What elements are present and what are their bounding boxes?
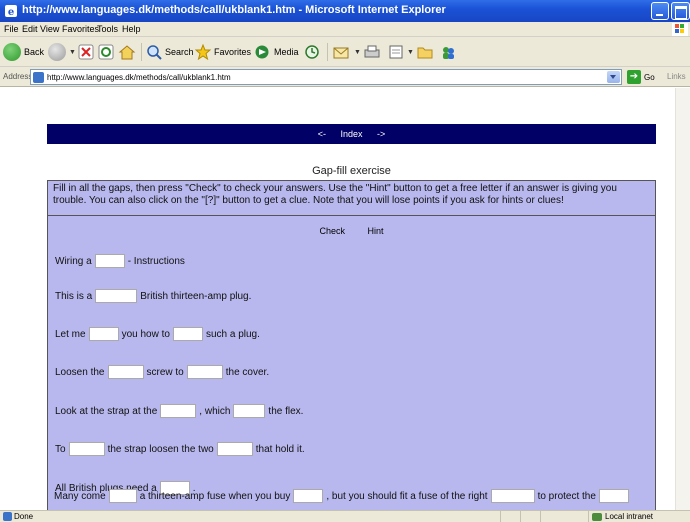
- stop-icon: [78, 44, 94, 60]
- gap-input[interactable]: [88, 327, 119, 342]
- page-navbar: <- Index ->: [47, 124, 656, 144]
- edit-page-icon: [389, 45, 403, 59]
- stop-button[interactable]: [78, 42, 94, 62]
- gap-input[interactable]: [68, 442, 105, 457]
- status-divider: [500, 511, 501, 522]
- gap-input[interactable]: [490, 489, 535, 504]
- index-link[interactable]: Index: [340, 129, 362, 139]
- menu-bar: File Edit View Favorites Tools Help: [0, 22, 690, 37]
- toolbar-separator: [141, 43, 142, 61]
- chevron-down-icon[interactable]: ▼: [354, 49, 361, 56]
- back-button[interactable]: Back ▼: [3, 42, 54, 62]
- gap-input[interactable]: [94, 254, 125, 269]
- status-divider: [588, 511, 589, 522]
- refresh-button[interactable]: [98, 42, 114, 62]
- intranet-icon: [592, 512, 602, 521]
- star-icon: [195, 44, 211, 60]
- media-button[interactable]: Media: [253, 42, 299, 62]
- back-arrow-icon: [3, 43, 21, 61]
- hint-button[interactable]: Hint: [368, 226, 384, 236]
- security-zone: Local intranet: [592, 512, 653, 521]
- discuss-button[interactable]: [417, 42, 433, 62]
- page-title: Gap-fill exercise: [312, 165, 391, 177]
- toolbar: Back ▼ ▼ Search Favorites Media ▼ ▼: [0, 37, 690, 67]
- forward-arrow-icon: [48, 43, 66, 61]
- mail-icon: [333, 47, 349, 59]
- address-input[interactable]: [47, 71, 602, 83]
- print-icon: [364, 45, 380, 58]
- chevron-down-icon[interactable]: ▼: [69, 49, 76, 56]
- address-field[interactable]: [30, 69, 622, 85]
- page-done-icon: [3, 512, 12, 521]
- ie-icon: e: [5, 5, 17, 18]
- page-viewport: <- Index -> Gap-fill exercise Fill in al…: [0, 88, 690, 510]
- sentence-1: Wiring a- Instructions: [55, 254, 185, 269]
- go-button[interactable]: ➔ Go: [627, 70, 655, 84]
- menu-edit[interactable]: Edit: [22, 24, 38, 34]
- edit-button[interactable]: ▼: [388, 42, 414, 62]
- check-button[interactable]: Check: [319, 226, 345, 236]
- mail-button[interactable]: ▼: [333, 42, 361, 62]
- messenger-icon: [443, 47, 454, 59]
- gap-input[interactable]: [108, 489, 137, 504]
- go-arrow-icon: ➔: [627, 70, 641, 84]
- status-text: Done: [14, 512, 34, 521]
- search-button[interactable]: Search: [146, 42, 194, 62]
- page-icon: [33, 72, 44, 83]
- sentence-2: This is a British thirteen-amp plug.: [55, 289, 252, 304]
- print-button[interactable]: [363, 42, 381, 62]
- gap-input[interactable]: [598, 489, 629, 504]
- gap-input[interactable]: [160, 404, 197, 419]
- sentence-3: Let me you how to such a plug.: [55, 327, 260, 342]
- sentence-4: Loosen the screw to the cover.: [55, 365, 270, 380]
- toolbar-separator: [327, 43, 328, 61]
- history-button[interactable]: [304, 42, 320, 62]
- window-title: http://www.languages.dk/methods/call/ukb…: [22, 4, 446, 16]
- media-icon: [255, 45, 269, 59]
- window-titlebar: e http://www.languages.dk/methods/call/u…: [0, 0, 690, 22]
- gap-input[interactable]: [293, 489, 324, 504]
- refresh-icon: [98, 44, 114, 60]
- exercise-buttons: Check Hint: [48, 226, 655, 236]
- gap-input[interactable]: [216, 442, 253, 457]
- chevron-down-icon[interactable]: [607, 71, 620, 83]
- prev-link[interactable]: <-: [318, 129, 326, 139]
- minimize-button[interactable]: [651, 2, 669, 20]
- gap-input[interactable]: [233, 404, 266, 419]
- forward-button[interactable]: ▼: [48, 42, 76, 62]
- sentence-5: Look at the strap at the, which the flex.: [55, 404, 304, 419]
- history-icon: [305, 45, 319, 59]
- windows-logo-icon: [672, 23, 688, 36]
- svg-text:e: e: [8, 7, 14, 18]
- status-divider: [520, 511, 521, 522]
- gap-input[interactable]: [95, 289, 138, 304]
- menu-file[interactable]: File: [4, 24, 19, 34]
- home-icon: [118, 45, 136, 60]
- menu-tools[interactable]: Tools: [97, 24, 118, 34]
- messenger-button[interactable]: [440, 42, 456, 62]
- menu-favorites[interactable]: Favorites: [62, 24, 99, 34]
- menu-view[interactable]: View: [40, 24, 59, 34]
- instructions-box: Fill in all the gaps, then press "Check"…: [47, 180, 656, 216]
- address-label: Address: [3, 72, 33, 81]
- exercise-panel: Check Hint Wiring a- Instructions This i…: [47, 216, 656, 510]
- gap-input[interactable]: [107, 365, 144, 380]
- chevron-down-icon[interactable]: ▼: [407, 49, 414, 56]
- status-divider: [540, 511, 541, 522]
- menu-help[interactable]: Help: [122, 24, 141, 34]
- status-bar: Done Local intranet: [0, 510, 690, 522]
- home-button[interactable]: [118, 42, 136, 62]
- search-icon: [147, 45, 162, 60]
- favorites-button[interactable]: Favorites: [195, 42, 251, 62]
- sentence-6: To the strap loosen the two that hold it.: [55, 442, 305, 457]
- sentence-8: Many come a thirteen-amp fuse when you bu…: [54, 489, 632, 505]
- next-link[interactable]: ->: [377, 129, 385, 139]
- gap-input[interactable]: [186, 365, 223, 380]
- links-label[interactable]: Links: [667, 72, 686, 81]
- address-bar: Address ➔ Go Links: [0, 67, 690, 87]
- gap-input[interactable]: [172, 327, 203, 342]
- maximize-button[interactable]: [671, 2, 690, 20]
- vertical-scrollbar[interactable]: [675, 88, 690, 510]
- folder-icon: [417, 47, 433, 59]
